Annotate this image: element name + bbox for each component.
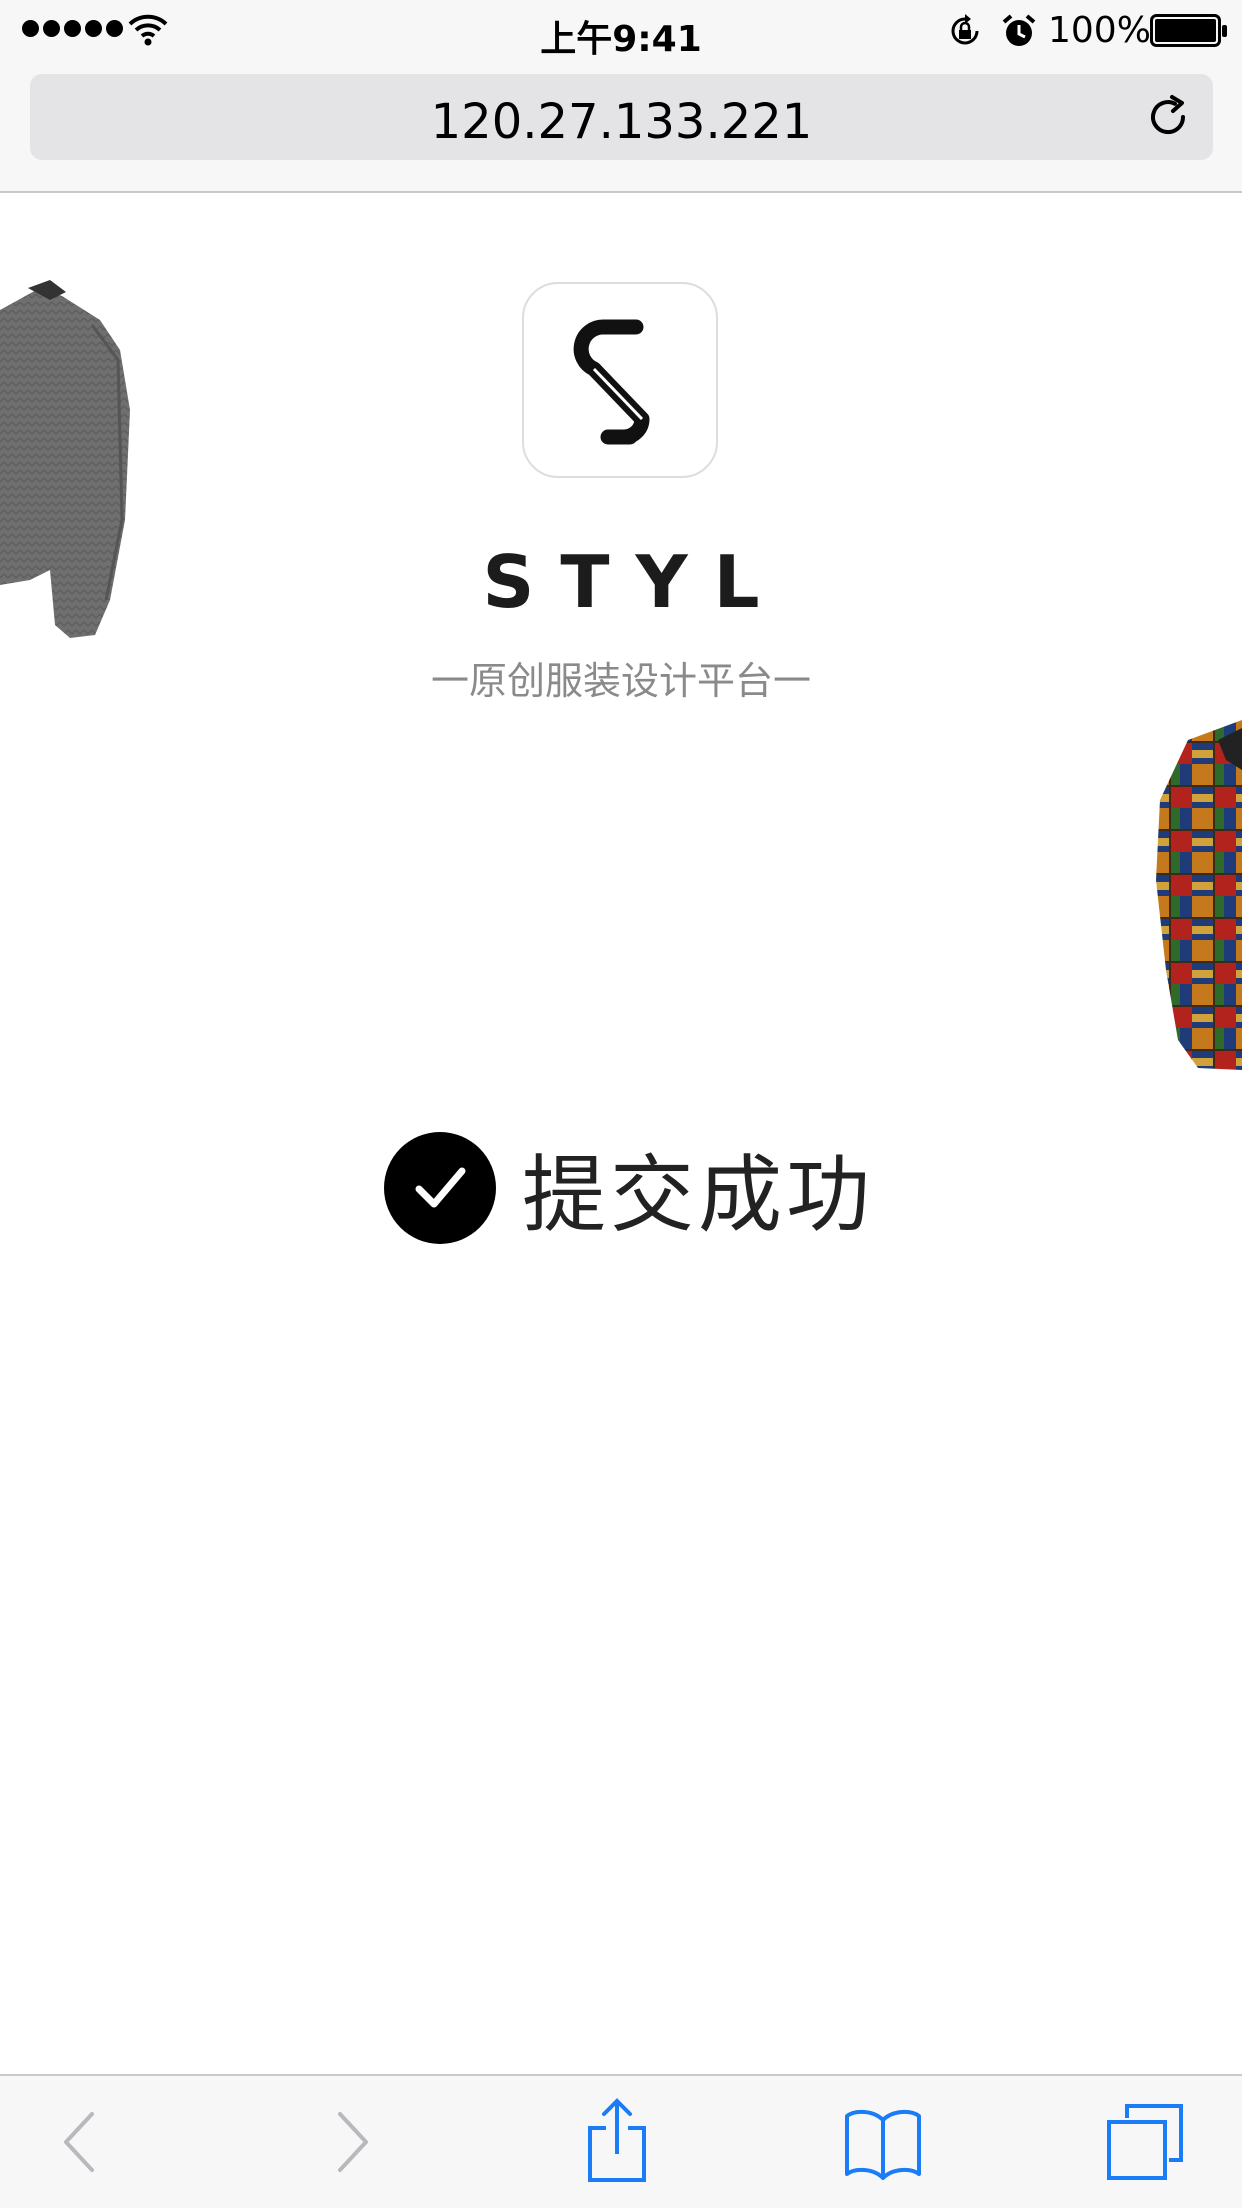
app-logo — [522, 282, 718, 478]
reload-icon[interactable] — [1145, 94, 1191, 140]
tabs-icon[interactable] — [1105, 2102, 1185, 2182]
brand-name: STYL — [482, 540, 786, 624]
forward-icon[interactable] — [334, 2104, 374, 2180]
browser-top-bar: 120.27.133.221 — [0, 62, 1242, 193]
brand-tagline: 一原创服装设计平台一 — [430, 659, 811, 703]
status-bar: 上午9:41 100% — [0, 0, 1242, 62]
lock-rotation-icon — [951, 14, 979, 45]
address-bar[interactable]: 120.27.133.221 — [30, 74, 1213, 160]
plaid-jacket-image — [1156, 720, 1242, 1070]
battery-icon — [1150, 14, 1227, 47]
check-circle-icon — [384, 1132, 496, 1244]
success-text: 提交成功 — [522, 1145, 875, 1244]
screen: 上午9:41 100% 120.27.133.221 STYL 一原创服装设计平… — [0, 0, 1242, 2208]
success-message: 提交成功 — [384, 1130, 874, 1246]
styl-logo-icon — [573, 319, 650, 445]
share-icon[interactable] — [584, 2098, 650, 2184]
browser-bottom-toolbar — [0, 2074, 1242, 2208]
back-icon[interactable] — [58, 2104, 98, 2180]
url-text[interactable]: 120.27.133.221 — [30, 94, 1213, 150]
alarm-icon — [1002, 14, 1036, 46]
battery-percentage: 100% — [1048, 10, 1151, 51]
bookmarks-icon[interactable] — [843, 2106, 923, 2180]
